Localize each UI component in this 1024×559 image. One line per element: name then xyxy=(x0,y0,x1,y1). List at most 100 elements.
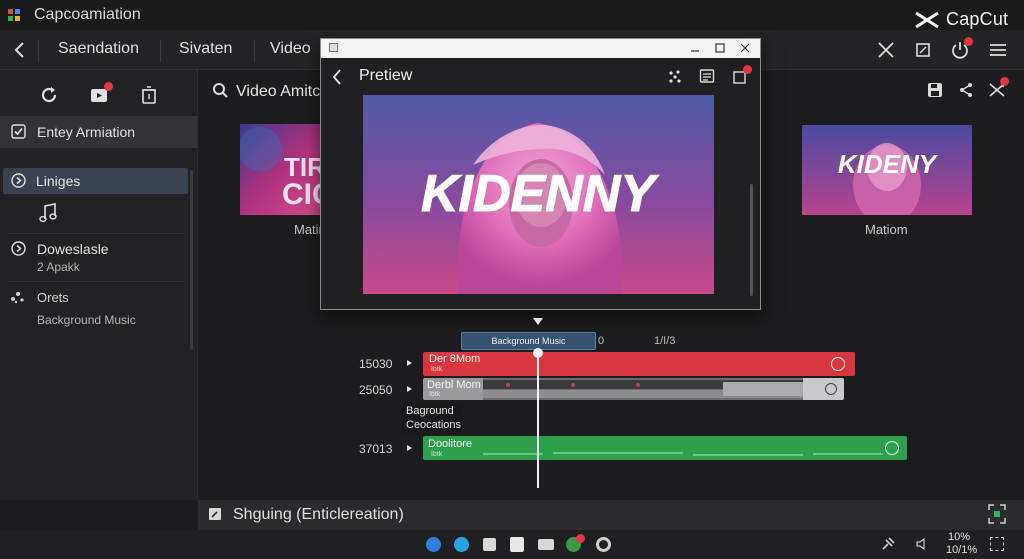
track-expand-icon[interactable] xyxy=(407,386,412,392)
taskbar-app-icon[interactable] xyxy=(566,534,585,552)
notification-badge xyxy=(104,82,113,91)
zoom-bottom: 10/1% xyxy=(946,544,978,556)
timeline-clip[interactable]: Doolitore Ibtk xyxy=(423,436,907,460)
volume-icon[interactable] xyxy=(914,536,930,552)
dots-icon xyxy=(10,290,26,304)
nav-divider xyxy=(160,40,161,62)
preview-scrollbar[interactable] xyxy=(750,184,753,296)
clip-sub: Ibtk xyxy=(431,451,443,458)
media-title: Video Amitc xyxy=(236,83,321,100)
capcut-logo-icon xyxy=(915,11,939,28)
sidebar-item-liniges[interactable]: Liniges xyxy=(3,168,188,194)
crop-icon[interactable] xyxy=(911,38,935,62)
preview-window-titlebar[interactable] xyxy=(321,39,760,58)
clip-title: Doolitore xyxy=(428,438,473,450)
media-import-icon[interactable] xyxy=(86,82,113,108)
close-icon[interactable] xyxy=(739,42,751,54)
sidebar-item-label: Doweslasle xyxy=(37,241,109,257)
close-icon[interactable] xyxy=(874,38,898,62)
taskbar-app-icon[interactable] xyxy=(596,537,611,552)
track-popup-line: Ceocations xyxy=(406,419,462,431)
search-icon[interactable] xyxy=(212,82,229,99)
sidebar-scrollbar[interactable] xyxy=(190,170,193,350)
window-title: Capcoamiation xyxy=(34,6,141,23)
app-logo-icon xyxy=(8,9,20,21)
track-time: 25050 xyxy=(359,383,393,397)
preview-canvas[interactable]: KIDENNY xyxy=(363,95,714,294)
nav-item-sivaten[interactable]: Sivaten xyxy=(179,40,232,58)
status-text: Shguing (Enticlereation) xyxy=(233,506,404,523)
clip-title: Der 8Mom xyxy=(429,353,481,365)
share-icon[interactable] xyxy=(958,82,974,98)
show-desktop-icon[interactable] xyxy=(990,537,1004,551)
sidebar-header-label: Entey Armiation xyxy=(37,124,136,140)
divider xyxy=(8,281,184,282)
track-expand-icon[interactable] xyxy=(407,445,412,451)
playhead-line[interactable] xyxy=(537,352,539,488)
thumb-text: KIDENY xyxy=(838,149,939,179)
subtitle-icon[interactable] xyxy=(699,68,715,84)
media-thumbnail[interactable]: KIDENY xyxy=(802,125,972,215)
shuffle-icon[interactable] xyxy=(988,77,1009,98)
back-icon[interactable] xyxy=(331,68,343,86)
nav-divider xyxy=(38,40,39,62)
zoom-top: 10% xyxy=(948,531,971,543)
sidebar-header-row[interactable]: Entey Armiation xyxy=(0,116,197,148)
clip-title: Derbl Mom xyxy=(427,379,481,391)
taskbar-app-icon[interactable] xyxy=(454,537,469,552)
delete-icon[interactable] xyxy=(136,82,162,108)
taskbar-app-icon[interactable] xyxy=(483,538,496,551)
sidebar-item-doweslasle[interactable]: Doweslasle 2 Apakk xyxy=(0,236,190,278)
track-time: 15030 xyxy=(359,357,393,371)
left-panel: Entey Armiation Liniges Doweslasle 2 Apa… xyxy=(0,70,198,500)
notification-badge xyxy=(743,65,752,74)
preview-window: Pretiew KIDENNY xyxy=(320,38,761,310)
sidebar-item-orets[interactable]: Orets Background Music xyxy=(0,286,190,330)
back-icon[interactable] xyxy=(12,40,28,60)
media-thumbnail[interactable]: TIRE CIC xyxy=(240,124,330,215)
clip-settings-icon[interactable] xyxy=(831,357,845,371)
refresh-icon[interactable] xyxy=(36,82,62,108)
timeline-clip[interactable]: Derbl Mom Ibtk xyxy=(423,378,844,400)
notification-badge xyxy=(576,534,585,543)
edit-icon[interactable] xyxy=(208,507,222,521)
power-icon[interactable] xyxy=(948,37,973,62)
taskbar-app-icon[interactable] xyxy=(510,537,524,552)
ruler-tick: 1/I/3 xyxy=(654,335,676,347)
clip-settings-icon[interactable] xyxy=(885,441,899,455)
music-note-icon xyxy=(38,202,58,224)
info-icon xyxy=(11,173,26,188)
divider xyxy=(8,233,184,234)
pin-icon[interactable] xyxy=(880,536,896,552)
export-icon[interactable] xyxy=(732,65,752,84)
clip-settings-icon[interactable] xyxy=(825,383,837,395)
notification-badge xyxy=(964,37,973,46)
clip-sub: Ibtk xyxy=(429,391,441,398)
maximize-icon[interactable] xyxy=(714,42,726,54)
status-bar: Shguing (Enticlereation) xyxy=(198,500,1024,530)
brand-text: CapCut xyxy=(946,9,1009,29)
playhead-handle[interactable] xyxy=(533,348,543,358)
taskbar-app-icon[interactable] xyxy=(538,539,554,550)
taskbar: 10% 10/1% xyxy=(0,530,1024,559)
taskbar-app-icon[interactable] xyxy=(426,537,441,552)
checkbox-icon[interactable] xyxy=(11,124,26,139)
timeline-clip[interactable]: Der 8Mom Ibtk xyxy=(423,352,855,376)
track-expand-icon[interactable] xyxy=(407,360,412,366)
minimize-icon[interactable] xyxy=(689,42,701,54)
thumb-caption: Matiom xyxy=(865,222,908,237)
fullscreen-icon[interactable] xyxy=(987,503,1007,525)
save-icon[interactable] xyxy=(926,81,944,99)
nav-item-saendation[interactable]: Saendation xyxy=(58,40,139,58)
nav-divider xyxy=(254,40,255,62)
nav-item-video[interactable]: Video xyxy=(270,40,311,58)
playhead-marker[interactable] xyxy=(533,318,543,325)
sidebar-item-sub: Background Music xyxy=(37,313,136,327)
notification-badge xyxy=(1000,77,1009,86)
menu-icon[interactable] xyxy=(986,38,1010,62)
playhead-label-chip[interactable]: Background Music xyxy=(461,332,596,350)
window-app-icon xyxy=(329,43,338,52)
track-popup-line: Baground xyxy=(406,405,454,417)
effects-icon[interactable] xyxy=(667,69,683,85)
preview-title: Pretiew xyxy=(359,67,413,84)
